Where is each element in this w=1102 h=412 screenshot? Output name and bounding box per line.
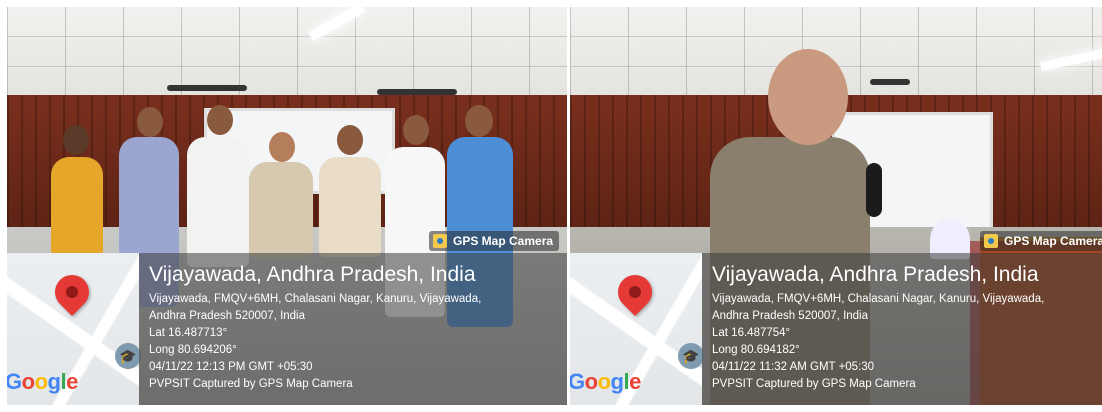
microphone: [866, 163, 882, 217]
ceiling-fan: [167, 85, 247, 91]
google-logo: Google: [570, 369, 641, 394]
person-head: [137, 107, 163, 137]
graduation-cap-icon: 🎓: [115, 343, 141, 369]
longitude: Long 80.694206°: [149, 344, 237, 356]
person-head: [63, 125, 89, 155]
caption: PVPSIT Captured by GPS Map Camera: [712, 378, 916, 390]
photo-panel-1: GPS Map Camera 🎓 Google Vijayawada, Andh…: [7, 7, 567, 405]
person: [187, 137, 249, 267]
address-line-1: Vijayawada, FMQV+6MH, Chalasani Nagar, K…: [149, 293, 482, 305]
person: [51, 157, 103, 257]
latitude: Lat 16.487754°: [712, 327, 791, 339]
gps-camera-badge: GPS Map Camera: [429, 231, 560, 251]
address-line-2: Andhra Pradesh 520007, India: [712, 310, 869, 322]
longitude: Long 80.694182°: [712, 344, 800, 356]
location-title: Vijayawada, Andhra Pradesh, India: [149, 263, 476, 286]
person: [249, 162, 313, 257]
person-head: [465, 105, 493, 137]
graduation-cap-icon: 🎓: [678, 343, 704, 369]
address-line-2: Andhra Pradesh 520007, India: [149, 310, 306, 322]
ceiling: [7, 7, 567, 97]
speaker-head: [768, 49, 848, 145]
latitude: Lat 16.487713°: [149, 327, 228, 339]
ceiling-fan: [870, 79, 910, 85]
camera-icon: [984, 234, 998, 248]
location-title: Vijayawada, Andhra Pradesh, India: [712, 263, 1039, 286]
person: [319, 157, 381, 257]
caption: PVPSIT Captured by GPS Map Camera: [149, 378, 353, 390]
person-head: [269, 132, 295, 162]
address-line-1: Vijayawada, FMQV+6MH, Chalasani Nagar, K…: [712, 293, 1045, 305]
timestamp: 04/11/22 12:13 PM GMT +05:30: [149, 361, 313, 373]
location-info-box: Vijayawada, Andhra Pradesh, India Vijaya…: [702, 253, 1102, 405]
badge-label: GPS Map Camera: [453, 234, 554, 248]
timestamp: 04/11/22 11:32 AM GMT +05:30: [712, 361, 875, 373]
photo-panel-2: GPS Map Camera 🎓 Google Vijayawada, Andh…: [570, 7, 1102, 405]
person-head: [337, 125, 363, 155]
camera-icon: [433, 234, 447, 248]
gps-camera-badge: GPS Map Camera: [980, 231, 1102, 251]
person-head: [207, 105, 233, 135]
location-info-box: Vijayawada, Andhra Pradesh, India Vijaya…: [139, 253, 567, 405]
person-head: [403, 115, 429, 145]
google-logo: Google: [7, 369, 78, 394]
badge-label: GPS Map Camera: [1004, 234, 1102, 248]
